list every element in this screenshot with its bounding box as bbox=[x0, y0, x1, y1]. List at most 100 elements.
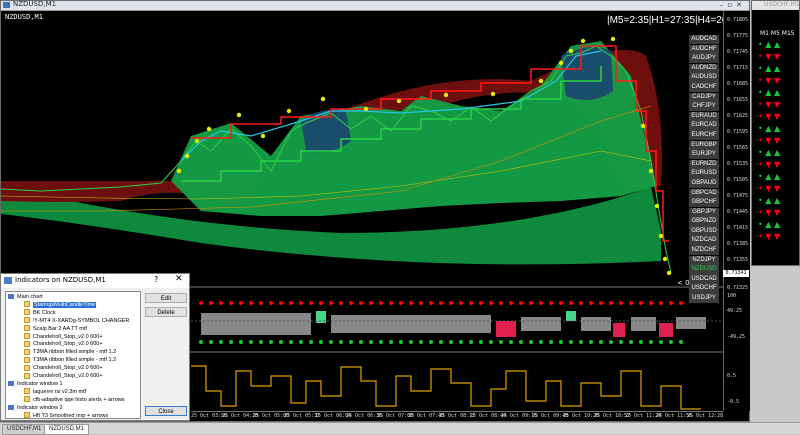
price-tick: 0.71595 bbox=[727, 129, 749, 135]
chart-symbol-label: NZDUSD,M1 bbox=[5, 13, 43, 21]
side-chart-window[interactable]: USDCHF,M1 M1 M5 M15 • ▲ ▲ • ▼ ▼ • ▲ ▲ • … bbox=[751, 0, 800, 266]
folder-icon bbox=[8, 294, 14, 300]
tree-label: Chandelroll_Stop_v2.0 600+ bbox=[33, 341, 103, 348]
symbol-button-cadchf[interactable]: CADCHF bbox=[689, 82, 719, 93]
main-window-titlebar[interactable]: NZDUSD,M1 –▫✕ bbox=[1, 0, 749, 11]
price-axis[interactable]: 0.71805 0.71775 0.71745 0.71715 0.71685 … bbox=[723, 11, 750, 411]
laguerre-line bbox=[191, 365, 701, 410]
symbol-button-nzdcad[interactable]: NZDCAD bbox=[689, 236, 719, 246]
timeframe-header: M1 M5 M15 bbox=[760, 30, 795, 37]
symbol-button-audusd[interactable]: AUDUSD bbox=[689, 73, 719, 83]
symbol-button-cadjpy[interactable]: CADJPY bbox=[689, 92, 719, 102]
price-tick: 0.71445 bbox=[727, 209, 749, 215]
indicator-icon bbox=[24, 348, 30, 355]
symbol-button-usdjpy[interactable]: USDJPY bbox=[689, 294, 719, 304]
tree-label: Hft T3 Smoothed mrp + arrows bbox=[33, 412, 109, 419]
price-tick: 0.71655 bbox=[727, 97, 749, 103]
indicator-icon bbox=[24, 301, 30, 308]
symbol-button-eurcad[interactable]: EURCAD bbox=[689, 121, 719, 131]
help-icon[interactable]: ? bbox=[154, 275, 158, 284]
indicator-icon bbox=[24, 364, 30, 371]
tree-indicator[interactable]: Hft T3 Smoothed mrp + arrows bbox=[24, 412, 109, 419]
edit-button[interactable]: Edit bbox=[145, 293, 187, 303]
tree-label: Indicator window 2 bbox=[17, 404, 63, 411]
tree-label: Main chart bbox=[17, 294, 43, 300]
svg-text:• ▲ ▲: • ▲ ▲ bbox=[758, 40, 781, 49]
svg-text:• ▼ ▼: • ▼ ▼ bbox=[758, 184, 781, 193]
arrow-matrix: • ▲ ▲ • ▼ ▼ • ▲ ▲ • ▼ ▼ • ▲ ▲ • ▼ ▼ • ▼ … bbox=[758, 40, 781, 241]
price-tick: 0.71775 bbox=[727, 33, 749, 39]
qqe-green-dots bbox=[199, 340, 683, 344]
symbol-button-gbpcad[interactable]: GBPCAD bbox=[689, 188, 719, 198]
symbol-button-eurgbp[interactable]: EURGBP bbox=[689, 140, 719, 150]
close-icon[interactable]: ✕ bbox=[175, 274, 183, 284]
symbol-button-eurchf[interactable]: EURCHF bbox=[689, 130, 719, 141]
svg-text:• ▼ ▼: • ▼ ▼ bbox=[758, 232, 781, 241]
symbol-button-nzdchf[interactable]: NZDCHF bbox=[689, 246, 719, 256]
tree-label: cfb-adaptive qqe histo alerts + arrows bbox=[33, 396, 125, 403]
symbol-button-gbpaud[interactable]: GBPAUD bbox=[689, 178, 719, 189]
svg-text:• ▲ ▲: • ▲ ▲ bbox=[758, 172, 781, 181]
tree-label: Chandelroll_Stop_v2.0 600+ bbox=[33, 365, 103, 372]
sub1-tick: 49.25 bbox=[727, 308, 743, 314]
tab-usdchf[interactable]: USDCHF,M1 bbox=[2, 424, 47, 435]
side-window-title: USDCHF,M1 bbox=[764, 1, 800, 8]
tree-label: !!!-MT4 X-XARDg-SYMBOL CHANGER bbox=[33, 317, 130, 324]
side-window-titlebar[interactable]: USDCHF,M1 bbox=[752, 1, 800, 10]
symbol-button-gbpchf[interactable]: GBPCHF bbox=[689, 198, 719, 208]
tree-label: Indicator window 1 bbox=[17, 380, 63, 387]
chart-tabs-bar: USDCHF,M1 NZDUSD,M1 bbox=[0, 422, 800, 435]
dialog-title: Indicators on NZDUSD,M1 bbox=[15, 276, 106, 284]
price-tick: 0.71625 bbox=[727, 113, 749, 119]
symbol-button-gbpusd[interactable]: GBPUSD bbox=[689, 226, 719, 237]
tab-nzdusd[interactable]: NZDUSD,M1 bbox=[44, 424, 90, 435]
indicators-icon bbox=[4, 277, 12, 284]
indicator-icon bbox=[24, 325, 30, 332]
symbol-changer-panel: AUDCAD AUDCHF AUDJPY AUDNZD AUDUSD CADCHF CADJ… bbox=[689, 35, 719, 304]
symbol-button-audjpy[interactable]: AUDJPY bbox=[689, 54, 719, 64]
close-button[interactable]: Close bbox=[145, 406, 187, 416]
svg-text:• ▲ ▲: • ▲ ▲ bbox=[758, 220, 781, 229]
symbol-button-eurnzd[interactable]: EURNZD bbox=[689, 159, 719, 170]
time-axis[interactable]: 25 Oct 03:56 25 Oct 04:28 25 Oct 05:00 25 O… bbox=[191, 411, 723, 422]
symbol-button-audchf[interactable]: AUDCHF bbox=[689, 44, 719, 54]
symbol-button-nzdjpy[interactable]: NZDJPY bbox=[689, 255, 719, 265]
price-tick: 0.71685 bbox=[727, 81, 749, 87]
tree-label: T3MA ribbon filled simple - mtf 1.2 bbox=[33, 357, 117, 364]
sub1-tick: 100 bbox=[727, 293, 737, 299]
symbol-button-eurjpy[interactable]: EURJPY bbox=[689, 150, 719, 160]
chart-window-icon bbox=[3, 2, 10, 8]
tree-label: Scalp Bar 2 AA TT mtf bbox=[33, 325, 87, 332]
price-tick: 0.71715 bbox=[727, 65, 749, 71]
svg-text:• ▲ ▲: • ▲ ▲ bbox=[758, 148, 781, 157]
symbol-button-nzdusd[interactable]: NZDUSD bbox=[689, 265, 719, 275]
tree-label: StaringsMultiCandleTime bbox=[33, 301, 97, 308]
qqe-red-dots bbox=[199, 301, 683, 305]
symbol-button-chfjpy[interactable]: CHFJPY bbox=[689, 102, 719, 112]
main-window-title: NZDUSD,M1 bbox=[13, 0, 57, 8]
delete-button[interactable]: Delete bbox=[145, 307, 187, 317]
symbol-button-euraud[interactable]: EURAUD bbox=[689, 111, 719, 122]
price-tick: 0.71565 bbox=[727, 145, 749, 151]
indicator-tree[interactable]: Main chart StaringsMultiCandleTime BK Cloc… bbox=[5, 291, 141, 419]
tree-label: laguerre rsi v2.3m mtf bbox=[33, 388, 87, 395]
price-tick: 0.71505 bbox=[727, 177, 749, 183]
price-tick: 0.71535 bbox=[727, 161, 749, 167]
symbol-button-audnzd[interactable]: AUDNZD bbox=[689, 63, 719, 74]
dialog-titlebar[interactable]: Indicators on NZDUSD,M1 ? ✕ bbox=[1, 274, 189, 288]
svg-text:• ▼ ▼: • ▼ ▼ bbox=[758, 136, 781, 145]
sub2-tick: 0.5 bbox=[727, 373, 737, 379]
indicators-dialog[interactable]: Indicators on NZDUSD,M1 ? ✕ Main chart St… bbox=[0, 273, 190, 421]
symbol-button-eurusd[interactable]: EURUSD bbox=[689, 169, 719, 179]
window-controls[interactable]: –▫✕ bbox=[720, 1, 746, 9]
symbol-button-usdcad[interactable]: USDCAD bbox=[689, 274, 719, 285]
symbol-button-usdchf[interactable]: USDCHF bbox=[689, 284, 719, 294]
svg-text:• ▼ ▼: • ▼ ▼ bbox=[758, 76, 781, 85]
tree-label: Chandelroll_Stop_v2.0 600+ bbox=[33, 333, 103, 340]
tree-label: Chandelroll_Stop_v2.0 600+ bbox=[33, 373, 103, 379]
symbol-button-gbpjpy[interactable]: GBPJPY bbox=[689, 207, 719, 217]
symbol-button-audcad[interactable]: AUDCAD bbox=[689, 35, 719, 45]
price-tick: 0.71805 bbox=[727, 17, 749, 23]
sub1-tick: -49.25 bbox=[727, 334, 746, 340]
symbol-button-gbpnzd[interactable]: GBPNZD bbox=[689, 217, 719, 227]
